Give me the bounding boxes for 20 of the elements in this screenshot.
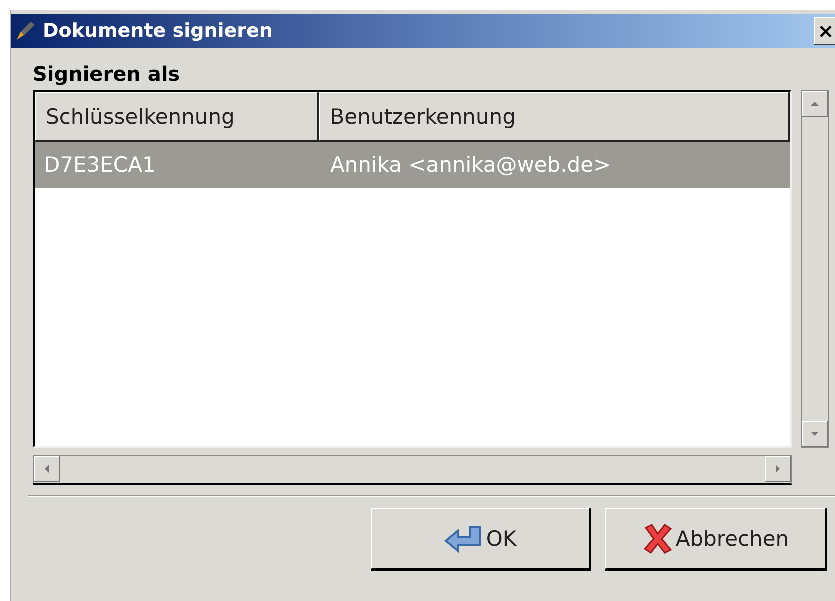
ok-button[interactable]: OK [371, 508, 591, 571]
up-triangle-icon [810, 99, 820, 109]
column-header[interactable]: Schlüsselkennung [35, 92, 320, 142]
vertical-scrollbar[interactable] [801, 90, 829, 448]
table-cell-text: Annika <annika@web.de> [329, 152, 612, 179]
column-header[interactable]: Benutzerkennung [319, 92, 790, 142]
cancel-button[interactable]: Abbrechen [605, 508, 827, 571]
right-triangle-icon [773, 464, 783, 474]
scroll-up-button[interactable] [802, 91, 828, 117]
section-label: Signieren als [33, 62, 182, 88]
window-title: Dokumente signieren [43, 20, 274, 42]
scroll-down-button[interactable] [802, 421, 828, 447]
close-button[interactable]: × [814, 17, 835, 45]
down-triangle-icon [810, 429, 820, 439]
horizontal-scrollbar[interactable] [33, 455, 792, 485]
pen-icon [15, 20, 37, 42]
scroll-left-button[interactable] [34, 456, 60, 482]
scroll-right-button[interactable] [765, 456, 791, 482]
cross-icon [642, 522, 674, 556]
table-cell-text: D7E3ECA1 [43, 152, 157, 179]
